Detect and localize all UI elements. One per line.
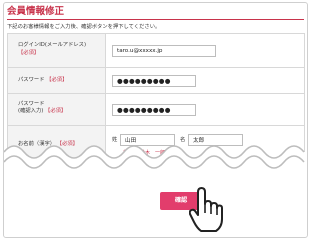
instruction-text: 下記のお客様情報をご入力後、確認ボタンを押下してください。 [7, 24, 161, 30]
page-title: 会員情報修正 [7, 6, 65, 17]
password-confirm-input[interactable]: ●●●●●●●●● [112, 104, 196, 116]
login-id-label: ログインID(メールアドレス) [18, 42, 87, 48]
login-id-input[interactable] [112, 45, 216, 57]
password-confirm-sublabel: (確認入力) 【必須】 [18, 108, 67, 114]
row-password: パスワード 【必須】 ●●●●●●●●● [8, 68, 304, 94]
torn-edge-divider [4, 145, 307, 180]
row-login-id: ログインID(メールアドレス) 【必須】 [8, 34, 304, 68]
password-confirm-label: パスワード [18, 101, 45, 107]
login-id-required: 【必須】 [18, 50, 40, 56]
row-password-confirm: パスワード (確認入力) 【必須】 ●●●●●●●●● [8, 94, 304, 126]
title-divider [7, 19, 304, 20]
member-info-panel: 会員情報修正 下記のお客様情報をご入力後、確認ボタンを押下してください。 ログイ… [3, 2, 308, 238]
hand-pointer-icon [189, 187, 223, 232]
password-input[interactable]: ●●●●●●●●● [112, 75, 196, 87]
password-label: パスワード 【必須】 [18, 77, 68, 83]
